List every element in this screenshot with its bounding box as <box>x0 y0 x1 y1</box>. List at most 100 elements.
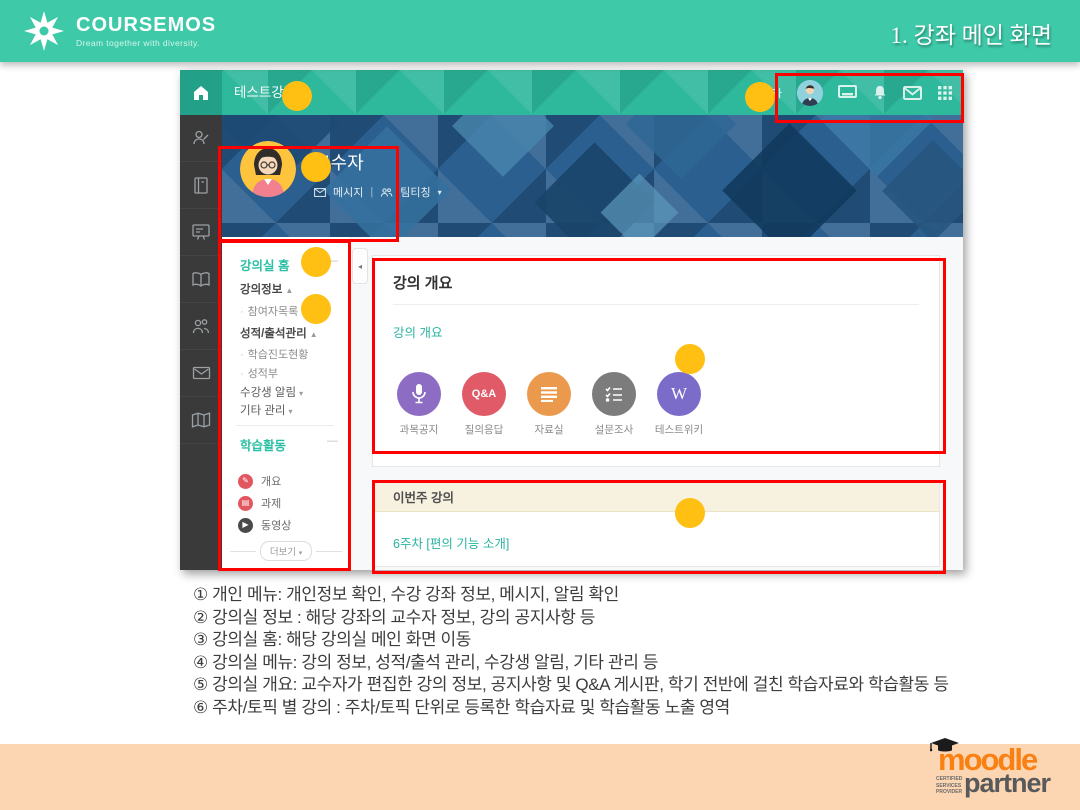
board-icon[interactable] <box>180 209 222 256</box>
brand: COURSEMOS Dream together with diversity. <box>22 9 216 53</box>
assignment-doc-icon: ▤ <box>238 496 253 511</box>
open-book-icon[interactable] <box>180 256 222 303</box>
note-line: ② 강의실 정보 : 해당 강좌의 교수자 정보, 강의 공지사항 등 <box>193 607 1003 630</box>
qna-text-icon: Q&A <box>462 372 506 416</box>
overview-divider <box>393 304 919 305</box>
banner-diamond <box>452 115 554 177</box>
notifications-bell-icon[interactable] <box>872 84 888 101</box>
partner-wordmark: partner <box>964 768 1050 799</box>
page-title: 1. 강좌 메인 화면 <box>891 16 1052 50</box>
brand-tagline: Dream together with diversity. <box>76 39 216 48</box>
certified-text: CERTIFIED SERVICES PROVIDER <box>936 776 962 796</box>
activities-title: 학습활동 <box>240 435 286 454</box>
menu-student-notify[interactable]: 수강생 알림▾ <box>240 384 303 400</box>
banner-diamond <box>722 123 856 237</box>
instructor-avatar[interactable] <box>240 141 296 197</box>
profile-divider: | <box>370 186 373 198</box>
module-qna[interactable]: Q&A 질의응답 <box>456 372 512 437</box>
people-icon[interactable] <box>180 303 222 350</box>
teamteaching-people-icon <box>380 188 393 197</box>
module-materials[interactable]: 자료실 <box>521 372 577 437</box>
more-button[interactable]: 더보기 ▾ <box>260 541 312 561</box>
this-week-title: 이번주 강의 <box>393 487 454 506</box>
user-avatar[interactable] <box>797 80 823 106</box>
graduation-cap-icon <box>930 738 960 754</box>
teamteaching-link[interactable]: 팀티칭 <box>400 184 430 200</box>
activities-collapse-dash[interactable]: — <box>327 435 338 447</box>
course-overview-card: 강의 개요 강의 개요 과목공지 Q&A 질의응답 <box>372 255 940 467</box>
menu-other-admin[interactable]: 기타 관리▾ <box>240 402 293 418</box>
brand-name: COURSEMOS <box>76 15 216 35</box>
menu-grade-attendance[interactable]: 성적/출석관리▲ <box>240 325 318 341</box>
more-line <box>316 551 342 552</box>
menu-divider <box>236 425 334 426</box>
week-link[interactable]: 6주차 [편의 기능 소개] <box>393 533 509 552</box>
more-line <box>230 551 256 552</box>
module-announcements[interactable]: 과목공지 <box>391 372 447 437</box>
teamteaching-caret-icon: ▾ <box>438 188 442 197</box>
course-menu-panel: 강의실 홈 — 강의정보▲ ·참여자목록 성적/출석관리▲ ·학습진도현황 ·성… <box>222 237 351 570</box>
activity-assignment[interactable]: ▤ 과제 <box>238 495 281 511</box>
note-line: ③ 강의실 홈: 해당 강의실 메인 화면 이동 <box>193 629 1003 652</box>
left-icon-rail <box>180 115 222 570</box>
menu-course-info[interactable]: 강의정보▲ <box>240 281 293 297</box>
banner-diamond <box>626 115 736 179</box>
apps-grid-icon[interactable] <box>937 85 953 101</box>
this-week-header: 이번주 강의 <box>373 481 939 512</box>
map-icon[interactable] <box>180 397 222 444</box>
video-play-icon: ▶ <box>238 518 253 533</box>
lms-screenshot: 테스트강좌 관리자 <box>180 70 963 570</box>
mail-icon[interactable] <box>903 86 922 100</box>
menu-collapse-dash[interactable]: — <box>327 255 338 267</box>
message-mail-icon <box>314 188 326 197</box>
instructor-name: 교수자 <box>314 149 442 175</box>
overview-pencil-icon: ✎ <box>238 474 253 489</box>
notebook-icon[interactable] <box>180 162 222 209</box>
home-button[interactable] <box>180 70 222 115</box>
courses-icon[interactable] <box>838 85 857 101</box>
user-edit-icon[interactable] <box>180 115 222 162</box>
page-header: COURSEMOS Dream together with diversity.… <box>0 0 1080 62</box>
menu-participants[interactable]: ·참여자목록 <box>240 303 298 319</box>
instructor-profile: 교수자 메시지 | 팀티칭 ▾ <box>240 141 442 200</box>
page: COURSEMOS Dream together with diversity.… <box>0 0 1080 810</box>
list-icon <box>527 372 571 416</box>
note-line: ④ 강의실 메뉴: 강의 정보, 성적/출석 관리, 수강생 알림, 기타 관리… <box>193 652 1003 675</box>
wiki-w-icon: W <box>657 372 701 416</box>
annotation-notes: ① 개인 메뉴: 개인정보 확인, 수강 강좌 정보, 메시지, 알림 확인 ②… <box>193 584 1003 719</box>
message-link[interactable]: 메시지 <box>333 184 363 200</box>
coursemos-flower-icon <box>22 9 66 53</box>
admin-label[interactable]: 관리자 <box>752 85 782 101</box>
chevron-down-icon: ▾ <box>299 550 303 557</box>
course-banner: 교수자 메시지 | 팀티칭 ▾ <box>222 115 963 237</box>
lms-topbar: 테스트강좌 관리자 <box>180 70 963 115</box>
activity-video[interactable]: ▶ 동영상 <box>238 517 291 533</box>
module-wiki[interactable]: W 테스트위키 <box>651 372 707 437</box>
course-title[interactable]: 테스트강좌 <box>234 70 296 115</box>
checklist-icon <box>592 372 636 416</box>
note-line: ① 개인 메뉴: 개인정보 확인, 수강 강좌 정보, 메시지, 알림 확인 <box>193 584 1003 607</box>
footer-band <box>0 744 1080 810</box>
course-content: 강의실 홈 — 강의정보▲ ·참여자목록 성적/출석관리▲ ·학습진도현황 ·성… <box>222 237 963 570</box>
this-week-card: 이번주 강의 6주차 [편의 기능 소개] <box>372 480 940 567</box>
chevron-up-icon: ▲ <box>285 286 293 295</box>
rail-mail-icon[interactable] <box>180 350 222 397</box>
chevron-down-icon: ▾ <box>289 407 293 416</box>
activity-overview[interactable]: ✎ 개요 <box>238 473 281 489</box>
menu-gradebook[interactable]: ·성적부 <box>240 365 278 381</box>
overview-link[interactable]: 강의 개요 <box>393 322 442 341</box>
overview-title: 강의 개요 <box>393 272 452 293</box>
chevron-up-icon: ▲ <box>310 330 318 339</box>
topbar-user-menu: 관리자 <box>752 70 953 115</box>
more-row: 더보기 ▾ <box>230 541 342 561</box>
menu-classroom-home[interactable]: 강의실 홈 <box>240 255 289 274</box>
note-line: ⑤ 강의실 개요: 교수자가 편집한 강의 정보, 공지사항 및 Q&A 게시판… <box>193 674 1003 697</box>
note-line: ⑥ 주차/토픽 별 강의 : 주차/토픽 단위로 등록한 학습자료 및 학습활동… <box>193 697 1003 720</box>
menu-progress[interactable]: ·학습진도현황 <box>240 346 308 362</box>
home-icon <box>191 83 211 103</box>
microphone-icon <box>397 372 441 416</box>
menu-panel-toggle[interactable]: ◂ <box>352 248 368 284</box>
module-icons-row: 과목공지 Q&A 질의응답 자료실 <box>391 372 707 437</box>
chevron-down-icon: ▾ <box>299 389 303 398</box>
module-survey[interactable]: 설문조사 <box>586 372 642 437</box>
